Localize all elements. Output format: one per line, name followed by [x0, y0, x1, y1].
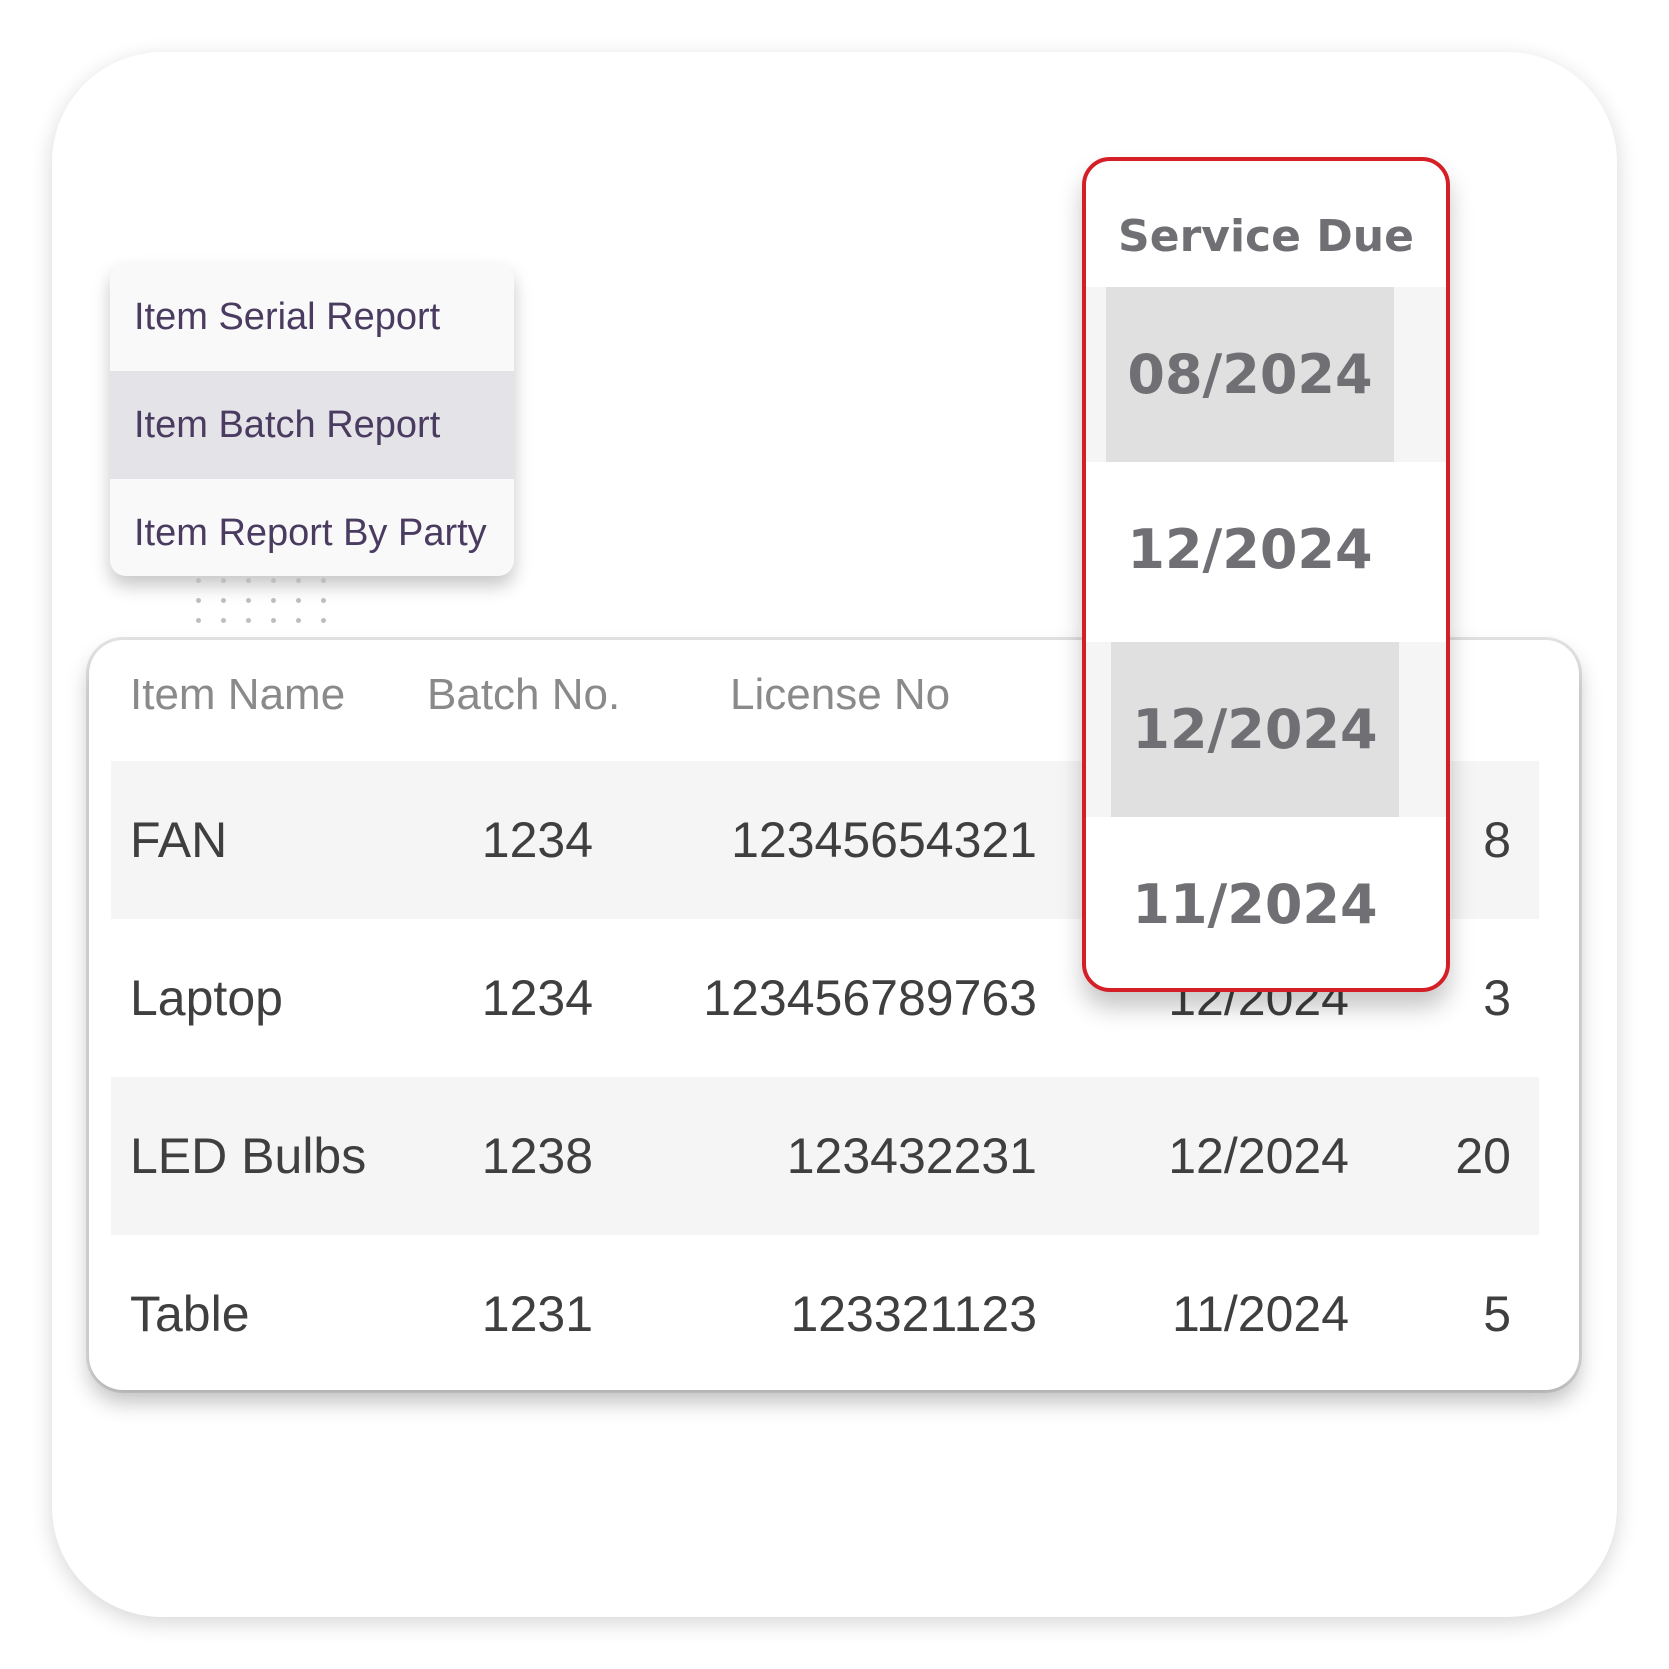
cell-service-due: 11/2024 — [1171, 1286, 1349, 1342]
cell-license-no: 123456789763 — [703, 970, 1037, 1026]
table-row[interactable]: LED Bulbs 1238 123432231 12/2024 20 — [111, 1077, 1539, 1235]
service-due-value: 11/2024 — [1132, 873, 1378, 936]
service-due-row[interactable]: 11/2024 — [1086, 817, 1446, 988]
cell-batch-no: 1234 — [481, 970, 593, 1026]
service-due-value: 08/2024 — [1106, 287, 1394, 462]
service-due-row[interactable]: 08/2024 — [1086, 287, 1446, 462]
column-header-license-no[interactable]: License No — [730, 670, 950, 720]
cell-batch-no: 1231 — [481, 1286, 593, 1342]
menu-item-batch-report[interactable]: Item Batch Report — [110, 371, 514, 479]
cell-license-no: 12345654321 — [731, 812, 1037, 868]
cell-item-name: LED Bulbs — [130, 1128, 367, 1184]
cell-qty: 8 — [1483, 812, 1511, 868]
cell-item-name: Laptop — [130, 970, 283, 1026]
cell-item-name: Table — [130, 1286, 250, 1342]
cell-service-due: 12/2024 — [1168, 1128, 1349, 1184]
decorative-dots — [196, 578, 331, 623]
cell-item-name: FAN — [130, 812, 228, 868]
table-row[interactable]: Table 1231 123321123 11/2024 5 — [111, 1235, 1539, 1390]
service-due-highlight: Service Due 08/2024 12/2024 12/2024 11/2… — [1082, 157, 1450, 992]
cell-batch-no: 1234 — [481, 812, 593, 868]
column-header-batch-no[interactable]: Batch No. — [427, 670, 620, 720]
service-due-value: 12/2024 — [1127, 518, 1373, 581]
service-due-row[interactable]: 12/2024 — [1086, 642, 1446, 817]
cell-qty: 20 — [1455, 1128, 1511, 1184]
column-header-item-name[interactable]: Item Name — [130, 670, 345, 720]
report-menu: Item Serial Report Item Batch Report Ite… — [110, 263, 514, 576]
menu-item-report-by-party[interactable]: Item Report By Party — [110, 479, 514, 576]
cell-batch-no: 1238 — [481, 1128, 593, 1184]
service-due-row[interactable]: 12/2024 — [1086, 462, 1446, 637]
cell-license-no: 123321123 — [790, 1286, 1037, 1342]
menu-item-serial-report[interactable]: Item Serial Report — [110, 263, 514, 371]
cell-qty: 5 — [1483, 1286, 1511, 1342]
service-due-title: Service Due — [1118, 211, 1414, 262]
service-due-value: 12/2024 — [1111, 642, 1399, 817]
cell-license-no: 123432231 — [786, 1128, 1037, 1184]
cell-qty: 3 — [1483, 970, 1511, 1026]
